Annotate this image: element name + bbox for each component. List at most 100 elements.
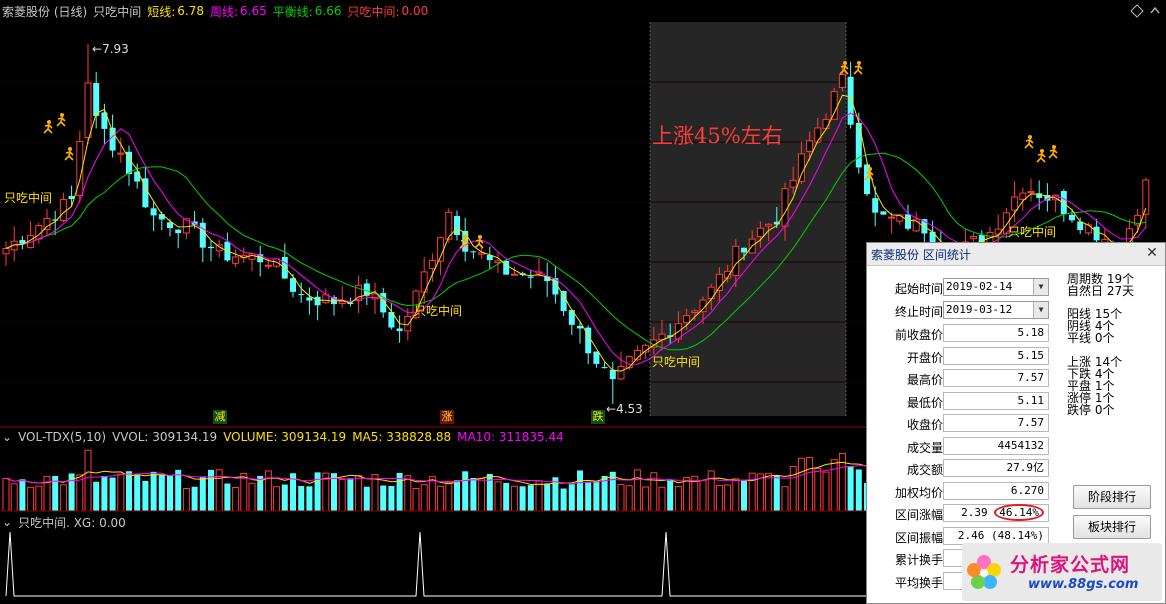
candle	[76, 130, 84, 203]
candle	[601, 361, 608, 369]
volume-bar	[35, 485, 43, 512]
volume-bar	[609, 471, 616, 511]
candle	[68, 185, 75, 207]
volume-bar	[674, 485, 682, 512]
diamond-icon[interactable]	[1130, 4, 1144, 18]
volume-bar	[617, 483, 625, 512]
candle	[363, 279, 370, 305]
balance-line-value: 6.66	[314, 4, 342, 18]
candle	[593, 351, 600, 368]
sector-ranking-button[interactable]: 板块排行	[1073, 515, 1151, 539]
volume-bar	[150, 471, 157, 511]
runner-signal-icon	[1024, 135, 1034, 149]
candle	[257, 245, 264, 277]
volume-bar	[404, 475, 412, 512]
volume-bar	[2, 477, 10, 512]
runner-signal-icon	[853, 61, 863, 75]
volume-bar	[428, 476, 436, 512]
stat-label: 开盘价	[906, 350, 943, 365]
candle	[470, 250, 477, 259]
volume-bar	[519, 486, 526, 511]
candle	[322, 288, 330, 305]
dropdown-arrow-icon[interactable]: ▼	[1033, 279, 1048, 295]
runner-signal-icon	[1048, 145, 1058, 159]
chevron-down-icon[interactable]: ⌄	[2, 430, 12, 444]
volume-bar	[797, 457, 805, 512]
volume-bar	[167, 475, 173, 511]
volume-bar	[707, 470, 715, 512]
short-line-label: 短线:	[147, 4, 176, 19]
volume-header: ⌄ VOL-TDX(5,10) VVOL: 309134.19 VOLUME: …	[2, 430, 564, 444]
chevron-up-icon[interactable]	[1148, 4, 1162, 18]
volume-bar	[699, 479, 707, 512]
volume-bar	[806, 456, 814, 512]
week-line-value: 6.65	[240, 4, 267, 18]
candle	[240, 247, 248, 264]
stat-label: 收盘价	[906, 418, 943, 432]
stat-value: 2.46 (48.14%)	[943, 526, 1049, 545]
volume-bar	[642, 486, 650, 512]
short-line-value: 6.78	[177, 4, 204, 18]
rise-annotation: 上涨45%左右	[652, 124, 783, 148]
volume-bar	[437, 485, 445, 512]
volume-bar	[232, 486, 240, 512]
dialog-title-bar[interactable]: 索菱股份 区间统计 ✕	[867, 243, 1165, 266]
volume-bar	[388, 486, 395, 511]
stat-value: 7.57	[943, 369, 1049, 387]
stat-value: 4454132	[943, 436, 1049, 455]
summary-stat: 平线 0个	[1067, 331, 1115, 345]
volume-bar	[773, 475, 780, 511]
dropdown-arrow-icon[interactable]: ▼	[1033, 302, 1048, 318]
candle	[355, 275, 363, 314]
stat-label: 累计换手	[894, 553, 943, 567]
candle	[388, 302, 395, 330]
stat-label: 区间振幅	[894, 530, 943, 545]
volume-bar	[248, 482, 256, 512]
volume-bar	[191, 486, 198, 511]
start-date-picker[interactable]: 2019-02-14 ▼	[943, 278, 1049, 296]
mid-signal-text-3: 只吃中间	[652, 355, 701, 369]
stage-ranking-button[interactable]: 阶段排行	[1073, 485, 1151, 509]
volume-bar	[847, 466, 854, 511]
stock-title: 索菱股份 (日线)	[2, 4, 88, 19]
mark-reduce: 减	[213, 410, 227, 424]
chart-title-bar: 索菱股份 (日线) 只吃中间 短线: 6.78 周线: 6.65 平衡线: 6.…	[0, 0, 1166, 22]
volume-bar	[355, 475, 363, 512]
stat-label: 前收盘价	[894, 328, 943, 342]
mid-signal-label: 只吃中间:	[347, 4, 400, 19]
candle	[59, 192, 67, 223]
week-line-label: 周线:	[209, 4, 239, 19]
candle	[232, 249, 240, 268]
volume-bar	[478, 478, 486, 512]
end-date-picker[interactable]: 2019-03-12 ▼	[943, 301, 1049, 319]
candle	[126, 145, 132, 186]
stat-label: 最高价	[906, 373, 943, 387]
candle	[527, 269, 534, 289]
chevron-down-icon[interactable]: ⌄	[2, 515, 12, 529]
close-icon[interactable]: ✕	[1145, 245, 1159, 261]
stat-label: 成交量	[906, 440, 943, 455]
candle	[306, 287, 313, 315]
volume-bar	[27, 486, 35, 512]
stat-label: 区间涨幅	[894, 508, 943, 522]
candle	[888, 212, 896, 234]
volume-bar	[822, 471, 830, 512]
volume-bar	[494, 481, 502, 512]
volume-bar	[765, 472, 773, 512]
candle	[314, 290, 321, 321]
candle	[27, 221, 35, 249]
stat-label: 平均换手	[894, 575, 943, 590]
candle	[1142, 177, 1150, 229]
volume-bar	[633, 469, 641, 512]
candle	[560, 290, 567, 317]
dialog-title: 索菱股份 区间统计	[871, 248, 971, 262]
runner-signal-icon	[1036, 149, 1046, 163]
candle	[633, 345, 641, 362]
stat-value: 6.270	[943, 481, 1049, 500]
volume-bar	[412, 488, 420, 512]
candle	[880, 211, 887, 215]
volume-bar	[134, 474, 141, 511]
candle	[428, 253, 436, 283]
volume-bar	[208, 469, 214, 511]
volume-bar	[445, 482, 453, 512]
